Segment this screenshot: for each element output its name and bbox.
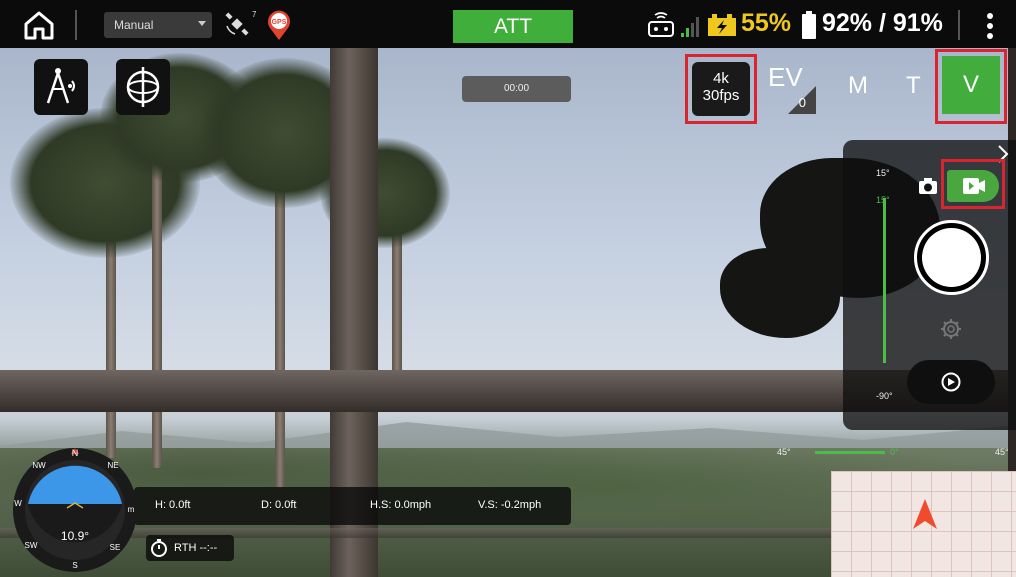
gimbal-top-label: 15°: [876, 168, 890, 178]
divider: [958, 10, 960, 40]
compass-ne: NE: [107, 461, 118, 470]
gimbal-icon: [126, 67, 160, 107]
palm-trunk: [275, 168, 285, 488]
vertical-speed-readout: V.S: -0.2mph: [478, 499, 542, 511]
gear-icon[interactable]: [940, 318, 962, 340]
playback-icon: [941, 372, 961, 392]
lens-mode-t[interactable]: T: [906, 72, 921, 100]
highlight-box: [685, 54, 757, 124]
home-icon[interactable]: [22, 9, 56, 41]
flight-mode-value: Manual: [114, 18, 154, 32]
gps-icon: GPS: [268, 10, 290, 40]
rc-battery-percent: 55%: [741, 9, 792, 37]
heading-readout: 10.9°: [61, 529, 89, 543]
distance-readout: D: 0.0ft: [261, 499, 297, 511]
foreground-plant: [720, 248, 840, 338]
yaw-right-label: 45°: [995, 447, 1009, 457]
satellite-icon: [225, 12, 249, 36]
attitude-mode-badge[interactable]: ATT: [453, 10, 573, 43]
signal-bars-icon: [681, 17, 699, 37]
divider: [75, 10, 77, 40]
palm-trunk: [152, 138, 162, 468]
more-vert-icon[interactable]: [986, 12, 994, 40]
highlight-box: [941, 159, 1005, 209]
flight-mode-select[interactable]: Manual: [104, 12, 212, 38]
lens-mode-m[interactable]: M: [848, 72, 868, 100]
gimbal-pitch-bar[interactable]: [883, 198, 886, 363]
timer-icon: [151, 539, 167, 557]
ev-corner-icon: [788, 86, 816, 114]
compass-m: m: [128, 505, 135, 514]
playback-button[interactable]: [907, 360, 995, 404]
telemetry-bar: H: 0.0ft D: 0.0ft H.S: 0.0mph V.S: -0.2m…: [134, 487, 571, 525]
yaw-center-label: 0°: [890, 447, 899, 457]
yaw-left-label: 45°: [777, 447, 791, 457]
compass-w: W: [14, 499, 22, 508]
height-readout: H: 0.0ft: [155, 499, 191, 511]
compass-n: N: [72, 448, 79, 458]
ev-value: 0: [798, 95, 806, 110]
gimbal-control-button[interactable]: [116, 59, 170, 115]
compass-nw: NW: [32, 461, 46, 470]
mini-map[interactable]: [831, 471, 1016, 577]
compass-se: SE: [110, 543, 121, 552]
aircraft-battery-percent: 92% / 91%: [822, 9, 943, 37]
takeoff-icon: [46, 68, 75, 104]
gimbal-bottom-label: -90°: [876, 391, 893, 401]
horizontal-speed-readout: H.S: 0.0mph: [370, 499, 432, 511]
chevron-down-icon: [198, 21, 206, 26]
aircraft-arrow-icon: [913, 499, 937, 529]
top-status-bar: Manual 7 GPS ATT 55% 92% / 91%: [0, 0, 1016, 48]
compass-s: S: [72, 561, 77, 570]
satellite-count: 7: [252, 10, 257, 19]
record-timer: 00:00: [462, 76, 571, 102]
attitude-compass: N NE NW W SW S SE m 10.9°: [13, 448, 137, 572]
record-shutter-button[interactable]: [914, 220, 989, 295]
battery-charging-icon: [708, 14, 736, 36]
rth-text: RTH --:--: [174, 542, 218, 554]
highlight-box: [935, 49, 1007, 124]
rth-indicator: RTH --:--: [146, 535, 234, 561]
auto-takeoff-button[interactable]: [34, 59, 88, 115]
ev-button[interactable]: EV 0: [760, 60, 816, 114]
battery-icon: [802, 11, 816, 39]
photo-mode-icon[interactable]: [918, 177, 938, 195]
remote-controller-icon: [648, 12, 674, 37]
compass-sw: SW: [25, 541, 38, 550]
gimbal-yaw-bar[interactable]: [815, 451, 885, 454]
gps-badge-text: GPS: [272, 19, 287, 26]
